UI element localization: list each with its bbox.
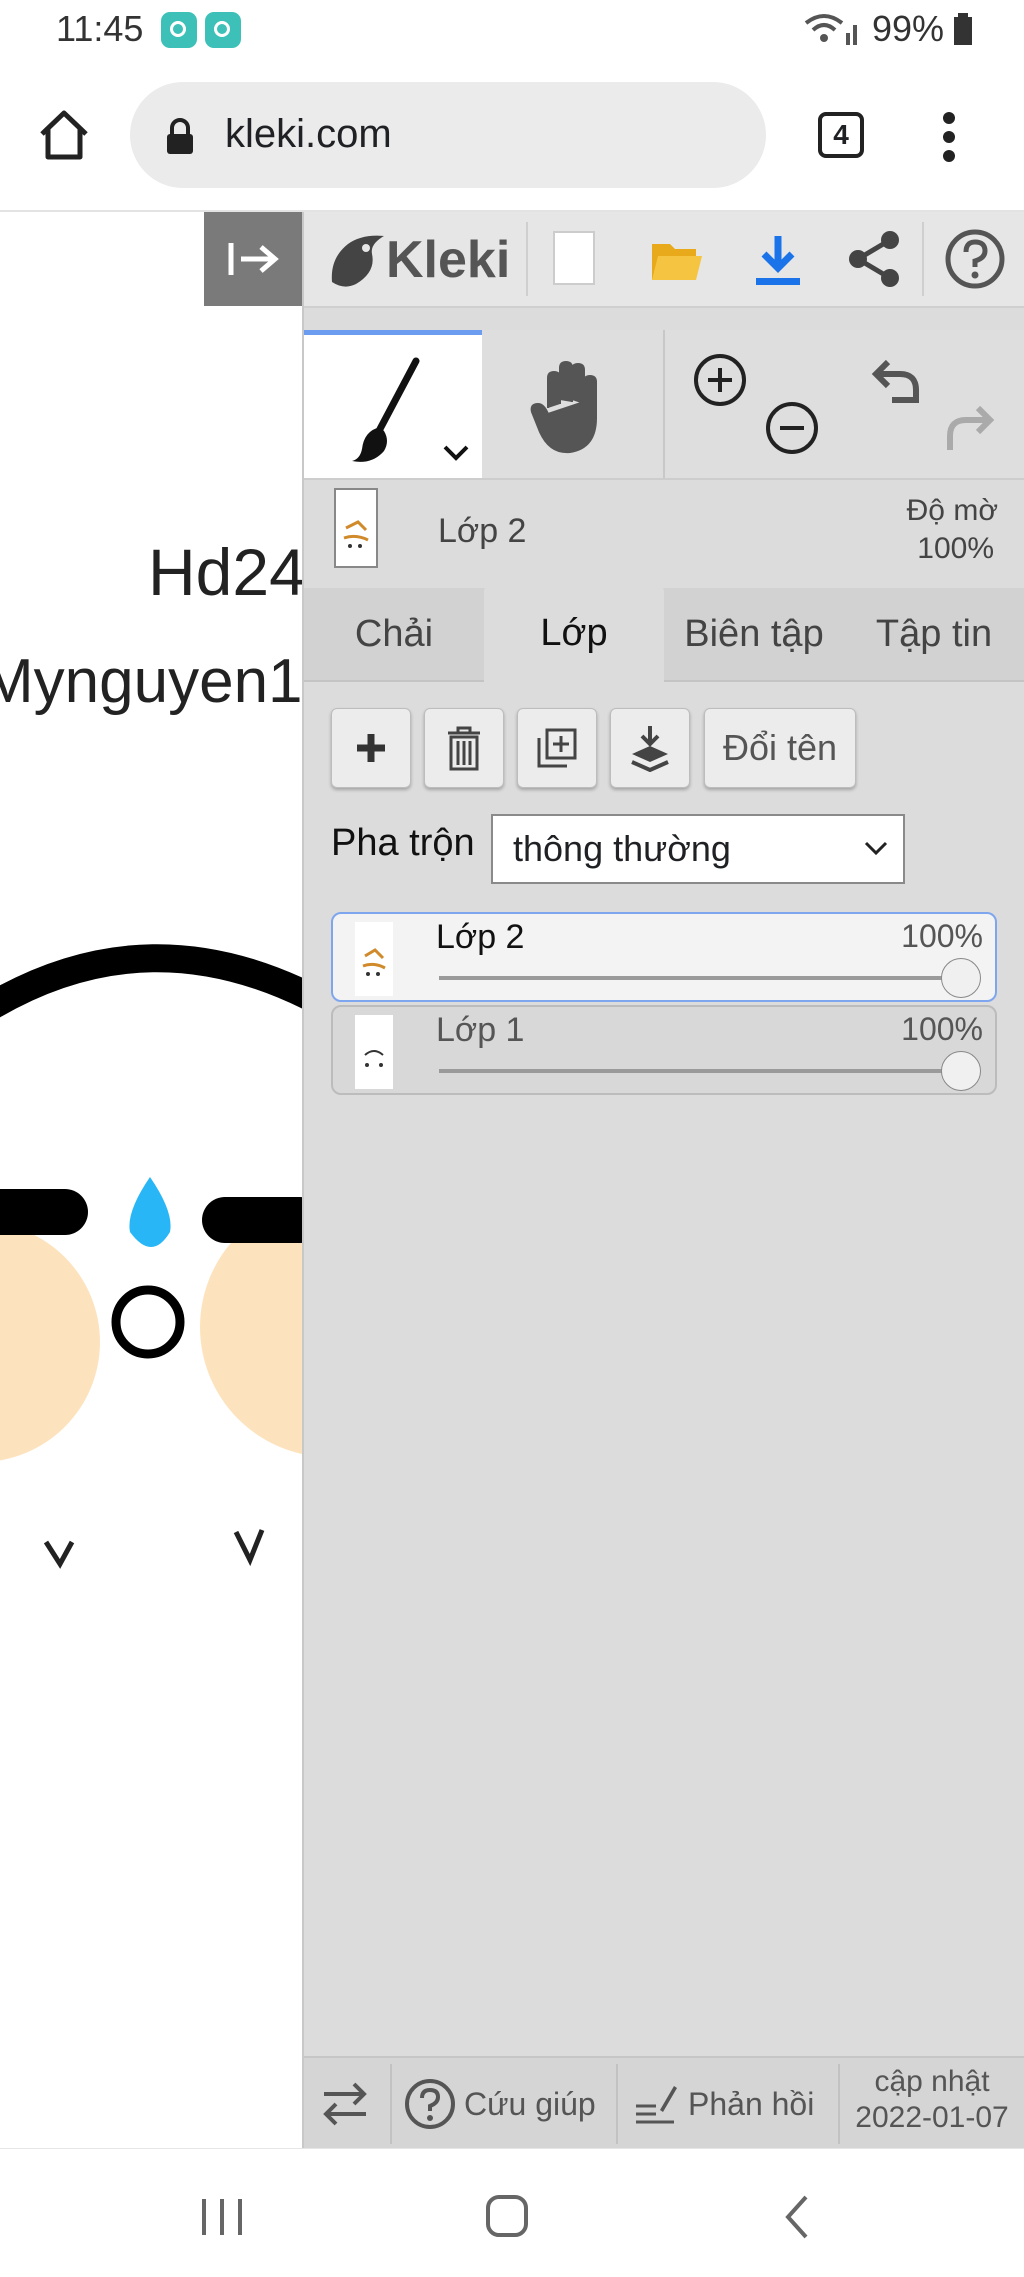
status-time: 11:45 <box>56 8 144 49</box>
rename-layer-button[interactable]: Đổi tên <box>704 708 856 788</box>
add-layer-button[interactable] <box>331 708 411 788</box>
layer-opacity-slider[interactable] <box>439 1069 959 1073</box>
delete-layer-button[interactable] <box>424 708 504 788</box>
home-nav-icon[interactable] <box>484 2193 530 2239</box>
layer-opacity: 100% <box>901 1011 983 1047</box>
tab-brush[interactable]: Chải <box>304 588 484 680</box>
status-bar: 11:45 99% <box>0 0 1024 60</box>
layer-opacity: 100% <box>901 918 983 954</box>
update-date: 2022-01-07 <box>855 2101 1009 2134</box>
hand-tool-icon[interactable] <box>530 360 610 456</box>
layer-thumbnail <box>355 1015 393 1089</box>
zoom-out-icon[interactable] <box>764 400 820 456</box>
layer-opacity-knob[interactable] <box>941 958 981 998</box>
status-indicators: 99% <box>804 8 972 50</box>
collapse-arrow-icon <box>228 243 279 275</box>
battery-icon <box>954 13 972 45</box>
panel-tabs: Chải Lớp Biên tập Tập tin <box>304 584 1024 682</box>
app-notification-icon-2 <box>205 12 241 48</box>
drawing-canvas[interactable]: Hd24 Mynguyen1 <box>0 212 302 2148</box>
swap-sides-icon[interactable] <box>320 2080 370 2128</box>
recent-apps-icon[interactable] <box>198 2195 246 2239</box>
help-icon[interactable] <box>944 228 1006 290</box>
update-label: cập nhật <box>874 2065 990 2098</box>
download-icon[interactable] <box>752 232 804 288</box>
current-layer-info: Lớp 2 Độ mờ 100% <box>304 480 1024 588</box>
android-nav-bar <box>0 2148 1024 2277</box>
tab-switcher-button[interactable]: 4 <box>818 112 864 158</box>
layer-name: Lớp 2 <box>436 918 525 956</box>
new-image-icon[interactable] <box>552 230 596 286</box>
help-icon <box>405 2079 455 2129</box>
chevron-down-icon <box>864 841 888 856</box>
more-menu-icon[interactable] <box>940 110 958 164</box>
brush-icon <box>352 357 420 462</box>
feedback-pen-icon <box>636 2086 677 2124</box>
blend-mode-select[interactable]: thông thường <box>491 814 905 884</box>
url-text[interactable]: kleki.com <box>225 112 392 157</box>
toolbar-divider <box>663 330 665 478</box>
layer-opacity-slider[interactable] <box>439 976 959 980</box>
help-button[interactable]: Cứu giúp <box>398 2058 624 2150</box>
layer-opacity-knob[interactable] <box>941 1051 981 1091</box>
trash-icon <box>448 726 480 771</box>
current-layer-thumbnail <box>334 488 378 568</box>
blend-mode-value: thông thường <box>513 828 731 869</box>
canvas-drawing <box>0 944 302 1569</box>
lock-icon <box>167 118 193 154</box>
feedback-button[interactable]: Phản hồi <box>626 2058 844 2150</box>
collapse-panel-button[interactable] <box>204 212 302 306</box>
share-icon[interactable] <box>846 230 902 288</box>
duplicate-icon <box>537 728 577 768</box>
tab-edit[interactable]: Biên tập <box>664 588 844 680</box>
opacity-value: 100% <box>917 532 994 565</box>
kleki-logo-icon <box>331 235 384 287</box>
open-file-folder-icon[interactable] <box>650 236 704 284</box>
layer-name: Lớp 1 <box>436 1011 525 1049</box>
blend-mode-label: Pha trộn <box>331 822 475 864</box>
home-icon[interactable] <box>36 108 92 162</box>
app-name: Kleki <box>386 231 511 289</box>
panel-footer: Cứu giúp Phản hồi cập nhật 2022-01-07 <box>304 2056 1024 2150</box>
tab-layers[interactable]: Lớp <box>484 584 664 682</box>
back-nav-icon[interactable] <box>780 2193 814 2241</box>
duplicate-layer-button[interactable] <box>517 708 597 788</box>
app-topbar: Kleki <box>304 212 1024 308</box>
app-notification-icon <box>161 12 197 48</box>
wifi-signal-icon <box>804 14 857 45</box>
merge-down-button[interactable] <box>610 708 690 788</box>
merge-down-icon <box>631 726 669 772</box>
update-info: cập nhật 2022-01-07 <box>842 2064 1022 2136</box>
zoom-in-icon[interactable] <box>692 352 748 408</box>
opacity-label: Độ mờ <box>906 494 998 527</box>
battery-percent: 99% <box>871 8 944 49</box>
current-layer-name: Lớp 2 <box>438 512 527 550</box>
plus-icon <box>357 734 385 762</box>
layer-thumbnail <box>355 922 393 996</box>
redo-icon[interactable] <box>940 400 996 456</box>
chevron-down-icon[interactable] <box>442 443 470 463</box>
feedback-label: Phản hồi <box>688 2085 815 2122</box>
tab-file[interactable]: Tập tin <box>844 588 1024 680</box>
undo-icon[interactable] <box>870 354 926 410</box>
layer-item-1[interactable]: Lớp 1 100% <box>331 1005 997 1095</box>
layer-item-2[interactable]: Lớp 2 100% <box>331 912 997 1002</box>
help-label: Cứu giúp <box>464 2085 596 2122</box>
brush-tool-button[interactable] <box>304 330 482 478</box>
